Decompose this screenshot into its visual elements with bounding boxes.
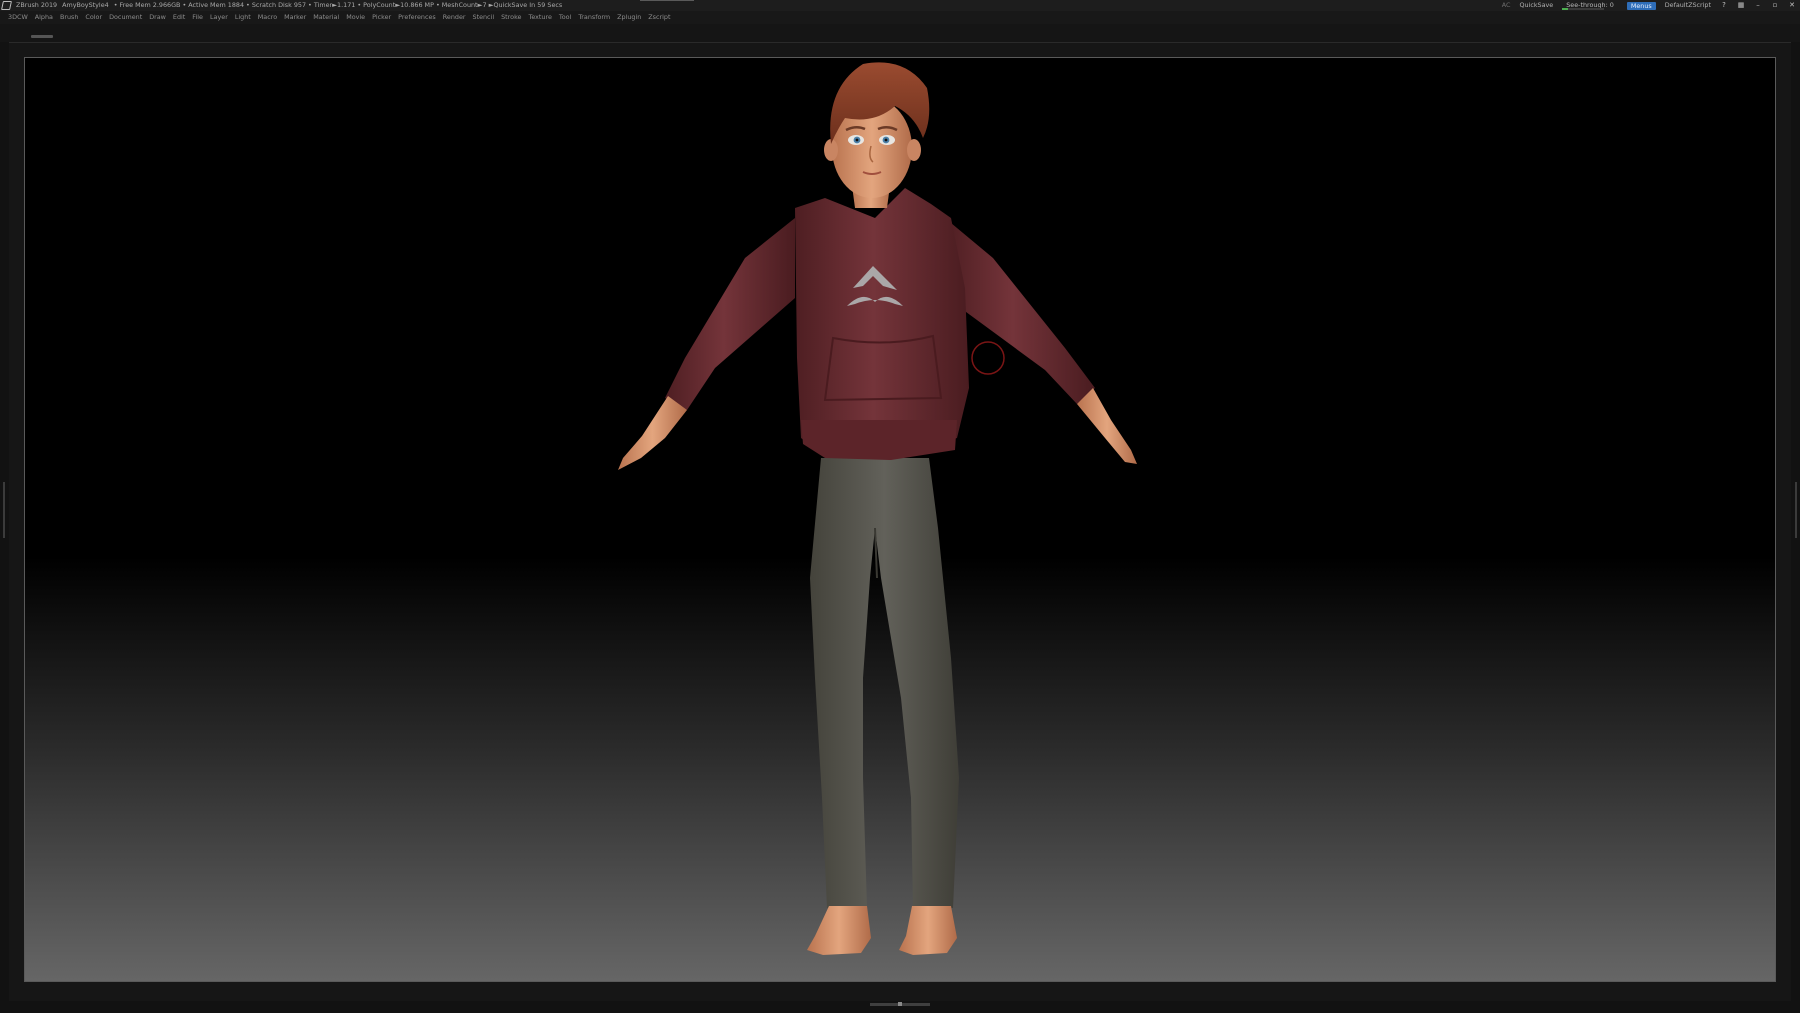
menu-brush[interactable]: Brush [60, 11, 78, 24]
document-title: AmyBoyStyle4 [62, 1, 109, 9]
bottom-tray-grip[interactable] [870, 1002, 930, 1006]
menu-material[interactable]: Material [313, 11, 339, 24]
feet [807, 906, 957, 955]
close-icon[interactable]: ✕ [1788, 1, 1796, 9]
menu-document[interactable]: Document [109, 11, 142, 24]
hoodie [795, 188, 969, 460]
brush-cursor-icon [971, 341, 1005, 375]
canvas-viewport[interactable] [24, 57, 1776, 982]
left-tray-grip[interactable] [3, 482, 5, 538]
menu-macro[interactable]: Macro [258, 11, 277, 24]
zbrush-logo-icon [1, 1, 12, 10]
character-model[interactable] [25, 58, 1776, 982]
menu-movie[interactable]: Movie [346, 11, 365, 24]
menus-toggle[interactable]: Menus [1626, 1, 1656, 10]
menu-stencil[interactable]: Stencil [473, 11, 495, 24]
menu-alpha[interactable]: Alpha [35, 11, 53, 24]
ac-button[interactable]: AC [1502, 0, 1511, 11]
seethrough-bar [1562, 8, 1605, 10]
head [824, 62, 930, 198]
right-tray-grip[interactable] [1795, 482, 1797, 538]
script-selector[interactable]: DefaultZScript [1665, 0, 1711, 11]
menu-marker[interactable]: Marker [284, 11, 306, 24]
layout-icon[interactable]: ▦ [1737, 1, 1745, 9]
menu-tool[interactable]: Tool [559, 11, 571, 24]
seethrough-value: 0 [1609, 1, 1614, 9]
menu-color[interactable]: Color [85, 11, 102, 24]
minimize-icon[interactable]: – [1754, 1, 1762, 9]
menu-zscript[interactable]: Zscript [648, 11, 670, 24]
seethrough-slider[interactable]: See-through: 0 [1562, 0, 1618, 11]
quicksave-button[interactable]: QuickSave [1519, 0, 1553, 11]
menu-bar: 3DCW Alpha Brush Color Document Draw Edi… [0, 11, 1800, 24]
menu-picker[interactable]: Picker [372, 11, 391, 24]
maximize-icon[interactable]: ▫ [1771, 1, 1779, 9]
help-icon[interactable]: ? [1720, 1, 1728, 9]
menu-file[interactable]: File [192, 11, 203, 24]
menu-layer[interactable]: Layer [210, 11, 228, 24]
pants [810, 458, 959, 908]
menu-texture[interactable]: Texture [529, 11, 552, 24]
title-bar: ZBrush 2019 AmyBoyStyle4 • Free Mem 2.96… [0, 0, 1800, 11]
menu-light[interactable]: Light [235, 11, 251, 24]
menu-preferences[interactable]: Preferences [398, 11, 436, 24]
menu-render[interactable]: Render [443, 11, 466, 24]
shelf-drag-handle[interactable] [31, 35, 53, 38]
top-shelf [0, 24, 1800, 42]
menu-edit[interactable]: Edit [173, 11, 185, 24]
status-readout: • Free Mem 2.966GB • Active Mem 1884 • S… [113, 1, 563, 9]
menu-zplugin[interactable]: Zplugin [617, 11, 641, 24]
menu-3dcw[interactable]: 3DCW [8, 11, 28, 24]
menu-transform[interactable]: Transform [578, 11, 610, 24]
menu-draw[interactable]: Draw [149, 11, 166, 24]
menu-stroke[interactable]: Stroke [501, 11, 521, 24]
title-progress-bar [640, 0, 694, 1]
app-title: ZBrush 2019 [16, 1, 58, 9]
